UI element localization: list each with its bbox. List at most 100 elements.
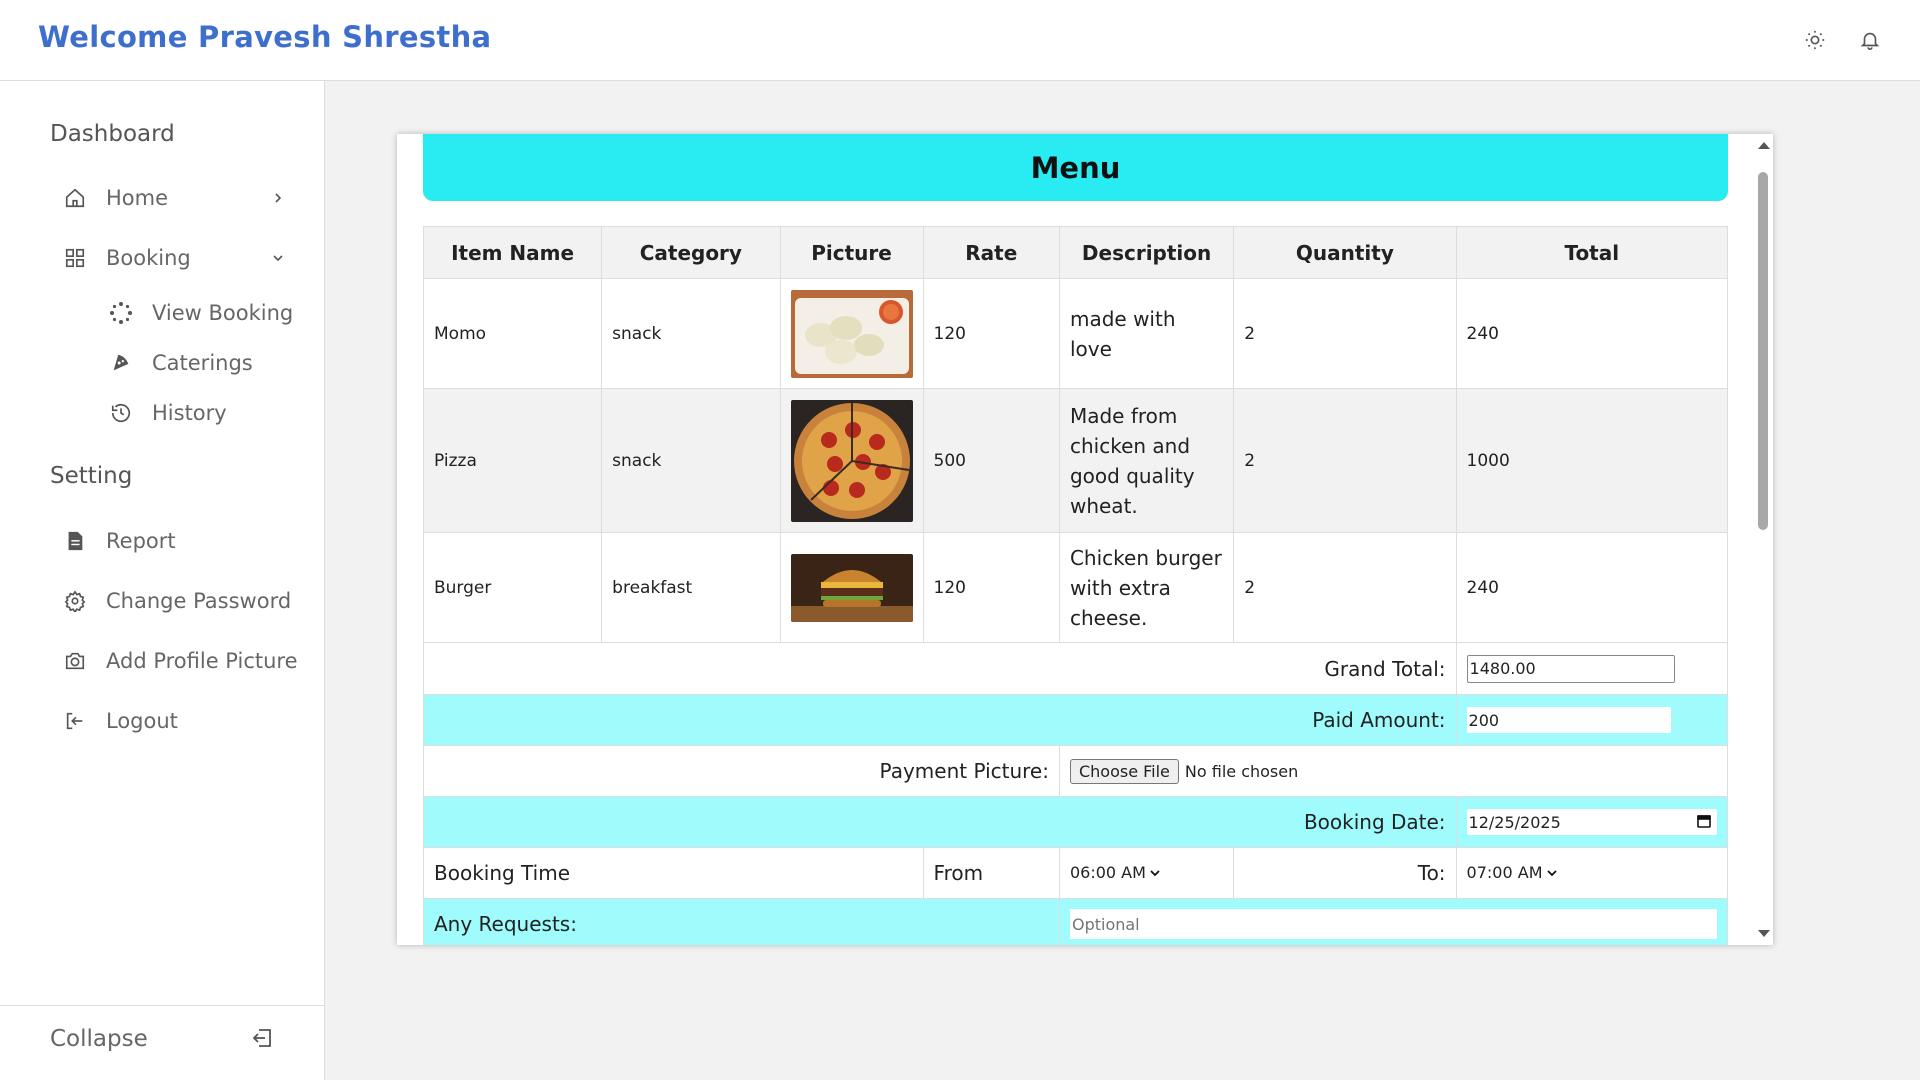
menu-table: Item Name Category Picture Rate Descript… [422, 226, 1729, 945]
sidebar-item-change-password[interactable]: Change Password [62, 584, 291, 618]
booking-date-value: 12/25/2025 [1468, 812, 1561, 832]
grid-icon [62, 245, 88, 271]
scrollbar-thumb[interactable] [1758, 172, 1768, 530]
booking-time-row: Booking Time From 06:00 AM To: 07:00 AM [423, 847, 1729, 899]
chevron-down-icon [1150, 869, 1160, 876]
item-quantity: 2 [1233, 388, 1457, 533]
chevron-down-icon[interactable] [270, 250, 286, 266]
from-label: From [922, 847, 1060, 899]
item-name: Pizza [422, 388, 603, 533]
item-rate: 500 [922, 388, 1060, 533]
setting-heading: Setting [50, 463, 133, 489]
booking-date-label: Booking Date: [423, 796, 1457, 848]
sidebar-item-label: Report [106, 529, 176, 553]
sidebar-item-booking[interactable]: Booking [62, 241, 191, 275]
item-rate: 120 [922, 532, 1060, 643]
choose-file-button[interactable]: Choose File [1069, 758, 1179, 784]
item-name: Burger [422, 532, 603, 643]
sidebar-item-label: Add Profile Picture [106, 649, 298, 673]
from-time-value: 06:00 AM [1069, 863, 1146, 882]
payment-picture-label: Payment Picture: [423, 745, 1060, 797]
to-label: To: [1233, 847, 1457, 899]
sidebar-item-label: Logout [106, 709, 178, 733]
menu-title: Menu [423, 134, 1728, 201]
pizza-image [790, 399, 913, 522]
collapse-icon[interactable] [250, 1026, 276, 1052]
bell-icon[interactable] [1854, 24, 1886, 56]
paid-amount-row: Paid Amount: 200 [423, 694, 1729, 746]
column-header: Total [1455, 226, 1729, 279]
sidebar-item-label: Caterings [152, 351, 253, 375]
table-row: Burger breakfast 120 Chicken burger with… [422, 532, 1729, 643]
grand-total-input[interactable]: 1480.00 [1466, 654, 1675, 683]
to-time-select[interactable]: 07:00 AM [1467, 863, 1557, 882]
table-row: Pizza snack 500 Made from chicken and go… [422, 388, 1729, 533]
sidebar: Dashboard Home Booking View Booking Cate… [0, 81, 325, 1080]
loader-icon [108, 300, 134, 326]
requests-input[interactable] [1069, 909, 1717, 939]
document-icon [62, 528, 88, 554]
table-header-row: Item Name Category Picture Rate Descript… [422, 226, 1729, 279]
paid-amount-input[interactable]: 200 [1466, 707, 1671, 733]
item-name: Momo [422, 278, 603, 389]
file-status: No file chosen [1184, 761, 1299, 781]
scroll-down-arrow[interactable] [1758, 930, 1770, 937]
from-time-select[interactable]: 06:00 AM [1070, 863, 1160, 882]
item-total: 240 [1455, 532, 1729, 643]
sidebar-item-report[interactable]: Report [62, 524, 176, 558]
pizza-slice-icon [108, 350, 134, 376]
requests-label: Any Requests: [423, 898, 1060, 945]
sidebar-item-caterings[interactable]: Caterings [108, 346, 253, 380]
sidebar-item-label: Booking [106, 246, 191, 270]
item-description: made with love [1058, 278, 1235, 389]
sidebar-item-label: Home [106, 186, 169, 210]
history-icon [108, 400, 134, 426]
sidebar-item-label: Change Password [106, 589, 292, 613]
sidebar-item-view-booking[interactable]: View Booking [108, 296, 293, 330]
column-header: Rate [922, 226, 1060, 279]
sidebar-item-home[interactable]: Home [62, 181, 168, 215]
item-description: Chicken burger with extra cheese. [1058, 532, 1235, 643]
collapse-bar: Collapse [0, 1005, 325, 1080]
chevron-right-icon[interactable] [270, 190, 286, 206]
column-header: Picture [779, 226, 924, 279]
booking-time-label: Booking Time [423, 847, 924, 899]
requests-row: Any Requests: [423, 898, 1729, 945]
grand-total-label: Grand Total: [423, 642, 1457, 695]
table-row: Momo snack 120 made with love 2 240 [422, 278, 1729, 389]
scrollbar[interactable] [1753, 134, 1773, 945]
item-quantity: 2 [1233, 278, 1457, 389]
momo-image [790, 289, 913, 378]
payment-picture-row: Payment Picture: Choose File No file chos… [423, 745, 1729, 797]
column-header: Description [1058, 226, 1235, 279]
booking-date-input[interactable]: 12/25/2025 [1466, 809, 1717, 835]
item-picture-cell [779, 278, 924, 389]
sidebar-item-add-profile-picture[interactable]: Add Profile Picture [62, 644, 298, 678]
item-total: 240 [1455, 278, 1729, 389]
sidebar-item-history[interactable]: History [108, 396, 227, 430]
sun-icon[interactable] [1799, 24, 1831, 56]
sidebar-item-label: History [152, 401, 227, 425]
scroll-up-arrow[interactable] [1758, 142, 1770, 149]
collapse-button[interactable]: Collapse [50, 1026, 148, 1052]
chevron-down-icon [1546, 869, 1557, 876]
column-header: Category [601, 226, 781, 279]
welcome-title: Welcome Pravesh Shrestha [38, 20, 492, 54]
item-quantity: 2 [1233, 532, 1457, 643]
paid-amount-label: Paid Amount: [423, 694, 1457, 746]
dashboard-heading: Dashboard [50, 121, 175, 147]
home-icon [62, 185, 88, 211]
sidebar-item-logout[interactable]: Logout [62, 704, 178, 738]
booking-date-row: Booking Date: 12/25/2025 [423, 796, 1729, 848]
item-category: snack [601, 278, 781, 389]
grand-total-row: Grand Total: 1480.00 [423, 642, 1729, 695]
item-total: 1000 [1455, 388, 1729, 533]
calendar-icon[interactable] [1696, 813, 1711, 832]
item-category: breakfast [601, 532, 781, 643]
to-time-value: 07:00 AM [1466, 863, 1543, 882]
sidebar-item-label: View Booking [152, 301, 294, 325]
item-rate: 120 [922, 278, 1060, 389]
menu-panel: Menu Item Name Category Picture Rate Des… [397, 134, 1773, 945]
logout-icon [62, 708, 88, 734]
gear-icon [62, 588, 88, 614]
